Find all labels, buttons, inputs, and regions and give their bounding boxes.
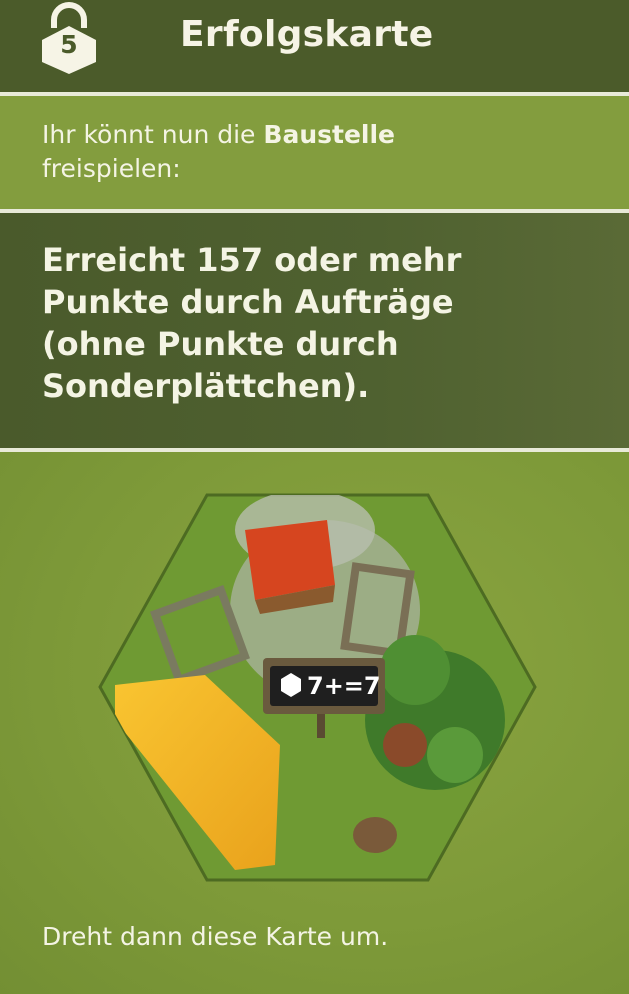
goal-line: Sonderplättchen). bbox=[42, 367, 370, 405]
achievement-card: 5 Erfolgskarte Ihr könnt nun die Baustel… bbox=[0, 0, 629, 994]
goal-line: Punkte durch Aufträge bbox=[42, 283, 454, 321]
card-title: Erfolgskarte bbox=[180, 14, 434, 55]
goal-line: (ohne Punkte durch bbox=[42, 325, 399, 363]
intro-text-after: freispielen: bbox=[42, 154, 181, 183]
card-header: 5 Erfolgskarte bbox=[0, 0, 629, 92]
goal-line: Erreicht 157 oder mehr bbox=[42, 241, 462, 279]
footer-text: Dreht dann diese Karte um. bbox=[42, 922, 389, 951]
lock-number: 5 bbox=[60, 30, 78, 59]
hexagon-tile-icon: 7+=7 bbox=[95, 490, 540, 885]
intro-text: Ihr könnt nun die Baustelle freispielen: bbox=[42, 118, 602, 186]
intro-text-before: Ihr könnt nun die bbox=[42, 120, 264, 149]
goal-band: Erreicht 157 oder mehr Punkte durch Auft… bbox=[0, 213, 629, 448]
sign-text: 7+=7 bbox=[307, 672, 381, 700]
goal-text: Erreicht 157 oder mehr Punkte durch Auft… bbox=[42, 239, 602, 407]
intro-highlight: Baustelle bbox=[263, 120, 395, 149]
lock-icon: 5 bbox=[38, 2, 100, 74]
intro-band: Ihr könnt nun die Baustelle freispielen: bbox=[0, 96, 629, 209]
